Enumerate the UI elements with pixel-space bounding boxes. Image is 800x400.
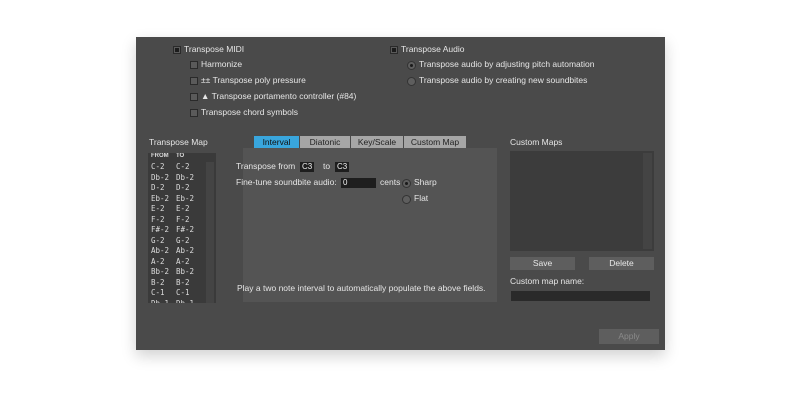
poly-pressure-icon: ±±	[201, 75, 211, 85]
map-to-cell: C-1	[176, 288, 190, 297]
map-to-cell: B-2	[176, 277, 190, 287]
map-from-cell: A-2	[151, 256, 165, 266]
to-label: to	[323, 161, 331, 171]
map-to-cell: G-2	[176, 235, 190, 245]
map-to-cell: E-2	[176, 204, 190, 213]
interval-hint: Play a two note interval to automaticall…	[237, 283, 486, 293]
tab-diatonic[interactable]: Diatonic	[300, 136, 351, 148]
poly-pressure-checkbox[interactable]	[190, 77, 198, 85]
sharp-label: Sharp	[414, 177, 437, 187]
map-from-cell: G-2	[151, 235, 165, 245]
poly-pressure-label: Transpose poly pressure	[212, 75, 306, 85]
portamento-icon: ▲	[201, 91, 210, 101]
interval-panel: Transpose from C3 to C3 Fine-tune soundb…	[236, 148, 497, 302]
save-button[interactable]: Save	[510, 257, 575, 270]
custom-maps-title: Custom Maps	[510, 137, 563, 147]
map-to-cell: Eb-2	[176, 193, 195, 203]
tab-interval[interactable]: Interval	[254, 136, 300, 148]
transpose-map-title: Transpose Map	[149, 137, 208, 147]
map-from-cell: D-2	[151, 183, 165, 192]
chord-symbols-label: Transpose chord symbols	[201, 107, 299, 117]
transpose-from-field[interactable]: C3	[300, 162, 315, 172]
portamento-checkbox[interactable]	[190, 93, 198, 101]
map-header: FROM TO	[148, 153, 216, 162]
map-from-cell: C-2	[151, 162, 165, 171]
map-from-cell: Bb-2	[151, 267, 170, 276]
map-to-cell: A-2	[176, 256, 190, 266]
new-soundbites-radio[interactable]	[407, 77, 416, 86]
custom-map-name-value	[511, 296, 513, 306]
poly-pressure-row: ±± Transpose poly pressure	[201, 75, 306, 86]
map-from-cell: Db-2	[151, 172, 170, 182]
pitch-automation-label: Transpose audio by adjusting pitch autom…	[419, 59, 595, 69]
sharp-radio[interactable]	[402, 179, 411, 188]
from-header: FROM	[151, 153, 169, 159]
custom-map-name-label: Custom map name:	[510, 276, 585, 286]
map-from-cell: Db-1	[151, 298, 170, 304]
finetune-field[interactable]: 0	[341, 178, 376, 188]
transpose-midi-label: Transpose MIDI	[184, 44, 245, 54]
map-to-cell: F-2	[176, 214, 190, 224]
delete-button[interactable]: Delete	[589, 257, 654, 270]
harmonize-label: Harmonize	[201, 59, 243, 69]
pitch-automation-radio[interactable]	[407, 61, 416, 70]
map-to-cell: Bb-2	[176, 267, 195, 276]
map-from-cell: Eb-2	[151, 193, 170, 203]
cents-label: cents	[380, 177, 401, 187]
harmonize-checkbox[interactable]	[190, 61, 198, 69]
map-from-cell: Ab-2	[151, 246, 170, 255]
map-from-cell: F-2	[151, 214, 165, 224]
map-from-cell: C-1	[151, 288, 165, 297]
map-to-cell: Ab-2	[176, 246, 195, 255]
portamento-label: Transpose portamento controller (#84)	[211, 91, 357, 101]
transpose-dialog: Transpose MIDI Harmonize ±± Transpose po…	[136, 37, 665, 350]
tab-custom-map[interactable]: Custom Map	[404, 136, 466, 148]
map-to-cell: D-2	[176, 183, 190, 192]
new-soundbites-label: Transpose audio by creating new soundbit…	[419, 75, 588, 85]
finetune-label: Fine-tune soundbite audio:	[236, 177, 337, 187]
map-to-cell: Db-1	[176, 298, 195, 304]
portamento-row: ▲ Transpose portamento controller (#84)	[201, 91, 356, 102]
transpose-midi-checkbox[interactable]	[173, 46, 181, 54]
map-to-cell: F#-2	[176, 225, 195, 234]
custom-map-name-input[interactable]	[511, 291, 650, 301]
transpose-from-label: Transpose from	[236, 161, 296, 171]
map-from-cell: E-2	[151, 204, 165, 213]
map-to-cell: Db-2	[176, 172, 195, 182]
flat-radio[interactable]	[402, 195, 411, 204]
chord-symbols-checkbox[interactable]	[190, 109, 198, 117]
transpose-audio-label: Transpose Audio	[401, 44, 465, 54]
to-header: TO	[176, 153, 185, 159]
transpose-audio-checkbox[interactable]	[390, 46, 398, 54]
flat-label: Flat	[414, 193, 429, 203]
transpose-to-field[interactable]: C3	[335, 162, 350, 172]
custom-maps-scrollbar[interactable]	[643, 153, 652, 249]
map-to-cell: C-2	[176, 162, 190, 171]
map-from-cell: F#-2	[151, 225, 170, 234]
custom-maps-list[interactable]	[510, 151, 654, 251]
map-from-cell: B-2	[151, 277, 165, 287]
map-scrollbar[interactable]	[206, 162, 214, 303]
mode-tabs: Interval Diatonic Key/Scale Custom Map	[254, 136, 466, 148]
tab-key-scale[interactable]: Key/Scale	[351, 136, 404, 148]
apply-button[interactable]: Apply	[599, 329, 659, 344]
